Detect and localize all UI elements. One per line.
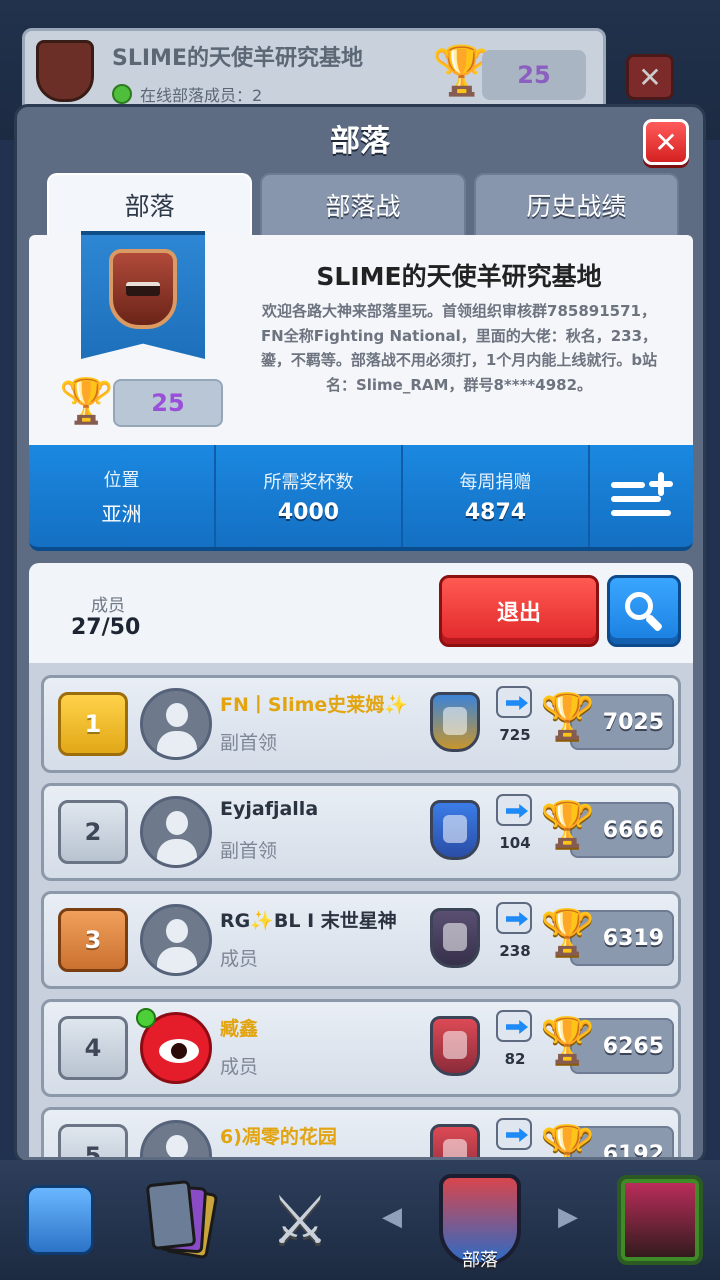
member-name: RG✨BL I 末世星神 (220, 910, 397, 932)
trophy-icon: 🏆 (59, 376, 114, 427)
arena-icon (430, 908, 480, 968)
member-name: Eyjafjalla (220, 798, 319, 820)
member-name: 臧鑫 (220, 1018, 259, 1040)
stat-location: 位置 亚洲 (29, 445, 216, 547)
members-header: 成员 27/50 退出 (29, 563, 693, 663)
nav-events[interactable] (600, 1160, 720, 1280)
tab-war-history[interactable]: 历史战绩 (473, 173, 679, 235)
member-row[interactable]: 5 6)凋零的花园 6192 🏆 (41, 1107, 681, 1157)
tab-bar: 部落 部落战 历史战绩 (47, 173, 679, 235)
members-count: 27/50 (71, 615, 141, 640)
clan-name: SLIME的天使羊研究基地 (316, 262, 602, 291)
crossed-swords-icon: ⚔ (270, 1181, 330, 1259)
close-button[interactable]: ✕ (643, 119, 689, 165)
background-clan-name: SLIME的天使羊研究基地 (112, 46, 363, 71)
chevron-right-icon: ▶ (558, 1202, 578, 1232)
stat-required-label: 所需奖杯数 (263, 471, 354, 493)
member-row[interactable]: 3 RG✨BL I 末世星神 成员 238 6319 🏆 (41, 891, 681, 989)
arena-icon (430, 692, 480, 752)
members-label: 成员 (91, 596, 125, 616)
bottom-nav: ⚔ ◀ ▶ 部落 (0, 1160, 720, 1280)
member-role: 副首领 (220, 732, 278, 754)
avatar (140, 688, 212, 760)
clan-stats-bar: 位置 亚洲 所需奖杯数 4000 每周捐赠 4874 (29, 445, 693, 551)
online-dot-icon (112, 84, 132, 104)
donation-icon (496, 686, 532, 718)
member-rank: 3 (58, 908, 128, 972)
clan-badge-icon (109, 249, 177, 329)
search-button[interactable] (607, 575, 681, 647)
cards-icon (143, 1178, 219, 1262)
background-online-status: 在线部落成员：2 (112, 82, 262, 106)
member-name: 6)凋零的花园 (220, 1126, 337, 1148)
member-rank: 1 (58, 692, 128, 756)
chevron-left-icon: ◀ (382, 1202, 402, 1232)
background-trophy-count: 25 (482, 50, 586, 100)
stat-weekly-donations: 每周捐赠 4874 (403, 445, 590, 547)
member-row[interactable]: 1 FN丨Slime史莱姆✨ 副首领 725 7025 🏆 (41, 675, 681, 773)
chest-icon (26, 1185, 94, 1255)
member-rank: 4 (58, 1016, 128, 1080)
background-online-label: 在线部落成员：2 (140, 86, 263, 105)
avatar (140, 904, 212, 976)
member-role: 成员 (220, 948, 259, 970)
leave-clan-button[interactable]: 退出 (439, 575, 599, 647)
arena-icon (430, 800, 480, 860)
nav-battle[interactable]: ⚔ (240, 1160, 360, 1280)
clan-modal: 部落 ✕ 部落 部落战 历史战绩 🏆 25 SLIME的天使羊研究基地 欢迎各路… (14, 104, 706, 1164)
hero-portrait-icon (617, 1175, 703, 1265)
clan-trophy-count: 25 (113, 379, 223, 427)
member-row[interactable]: 2 Eyjafjalla 副首领 104 6666 🏆 (41, 783, 681, 881)
arena-icon (430, 1124, 480, 1157)
avatar (140, 1120, 212, 1157)
trophy-icon: 🏆 (540, 799, 595, 850)
clan-description: 欢迎各路大神来部落里玩。首领组织审核群785891571，FN全称Fightin… (260, 302, 658, 394)
member-name: FN丨Slime史莱姆✨ (220, 694, 408, 716)
stat-location-label: 位置 (103, 469, 140, 491)
member-list: 1 FN丨Slime史莱姆✨ 副首领 725 7025 🏆 2 Eyjafjal… (29, 663, 693, 1157)
background-clan-badge (36, 40, 94, 102)
trophy-icon: 🏆 (540, 691, 595, 742)
member-donations: 82 (504, 1050, 526, 1068)
list-plus-icon (610, 472, 673, 520)
clan-info-more-button[interactable] (590, 445, 693, 547)
search-icon (625, 592, 664, 633)
close-icon: ✕ (654, 125, 678, 159)
arena-icon (430, 1016, 480, 1076)
donation-icon (496, 902, 532, 934)
member-row[interactable]: 4 臧鑫 成员 82 6265 🏆 (41, 999, 681, 1097)
member-donations: 238 (499, 942, 531, 960)
trophy-icon: 🏆 (540, 907, 595, 958)
stat-required-trophies: 所需奖杯数 4000 (216, 445, 403, 547)
member-rank: 5 (58, 1124, 128, 1157)
member-donations: 725 (499, 726, 531, 744)
background-close-button: ✕ (626, 54, 674, 100)
member-donations: 104 (499, 834, 531, 852)
member-role: 成员 (220, 1056, 259, 1078)
member-rank: 2 (58, 800, 128, 864)
stat-location-value: 亚洲 (101, 501, 142, 526)
tab-clan-war[interactable]: 部落战 (260, 173, 466, 235)
modal-header: 部落 (17, 107, 703, 169)
trophy-icon: 🏆 (540, 1015, 595, 1066)
stat-required-value: 4000 (277, 499, 340, 525)
stat-donations-value: 4874 (464, 499, 527, 525)
avatar (140, 796, 212, 868)
member-role: 副首领 (220, 840, 278, 862)
nav-cards[interactable] (120, 1160, 240, 1280)
nav-shop[interactable] (0, 1160, 120, 1280)
donation-icon (496, 1010, 532, 1042)
trophy-icon: 🏆 (540, 1123, 595, 1157)
donation-icon (496, 1118, 532, 1150)
tab-clan[interactable]: 部落 (47, 173, 253, 235)
nav-clan-label: 部落 (462, 1250, 498, 1271)
nav-clan[interactable]: ◀ ▶ 部落 (360, 1160, 600, 1280)
stat-donations-label: 每周捐赠 (459, 471, 532, 493)
modal-title: 部落 (330, 124, 390, 159)
donation-icon (496, 794, 532, 826)
online-dot-icon (136, 1008, 156, 1028)
